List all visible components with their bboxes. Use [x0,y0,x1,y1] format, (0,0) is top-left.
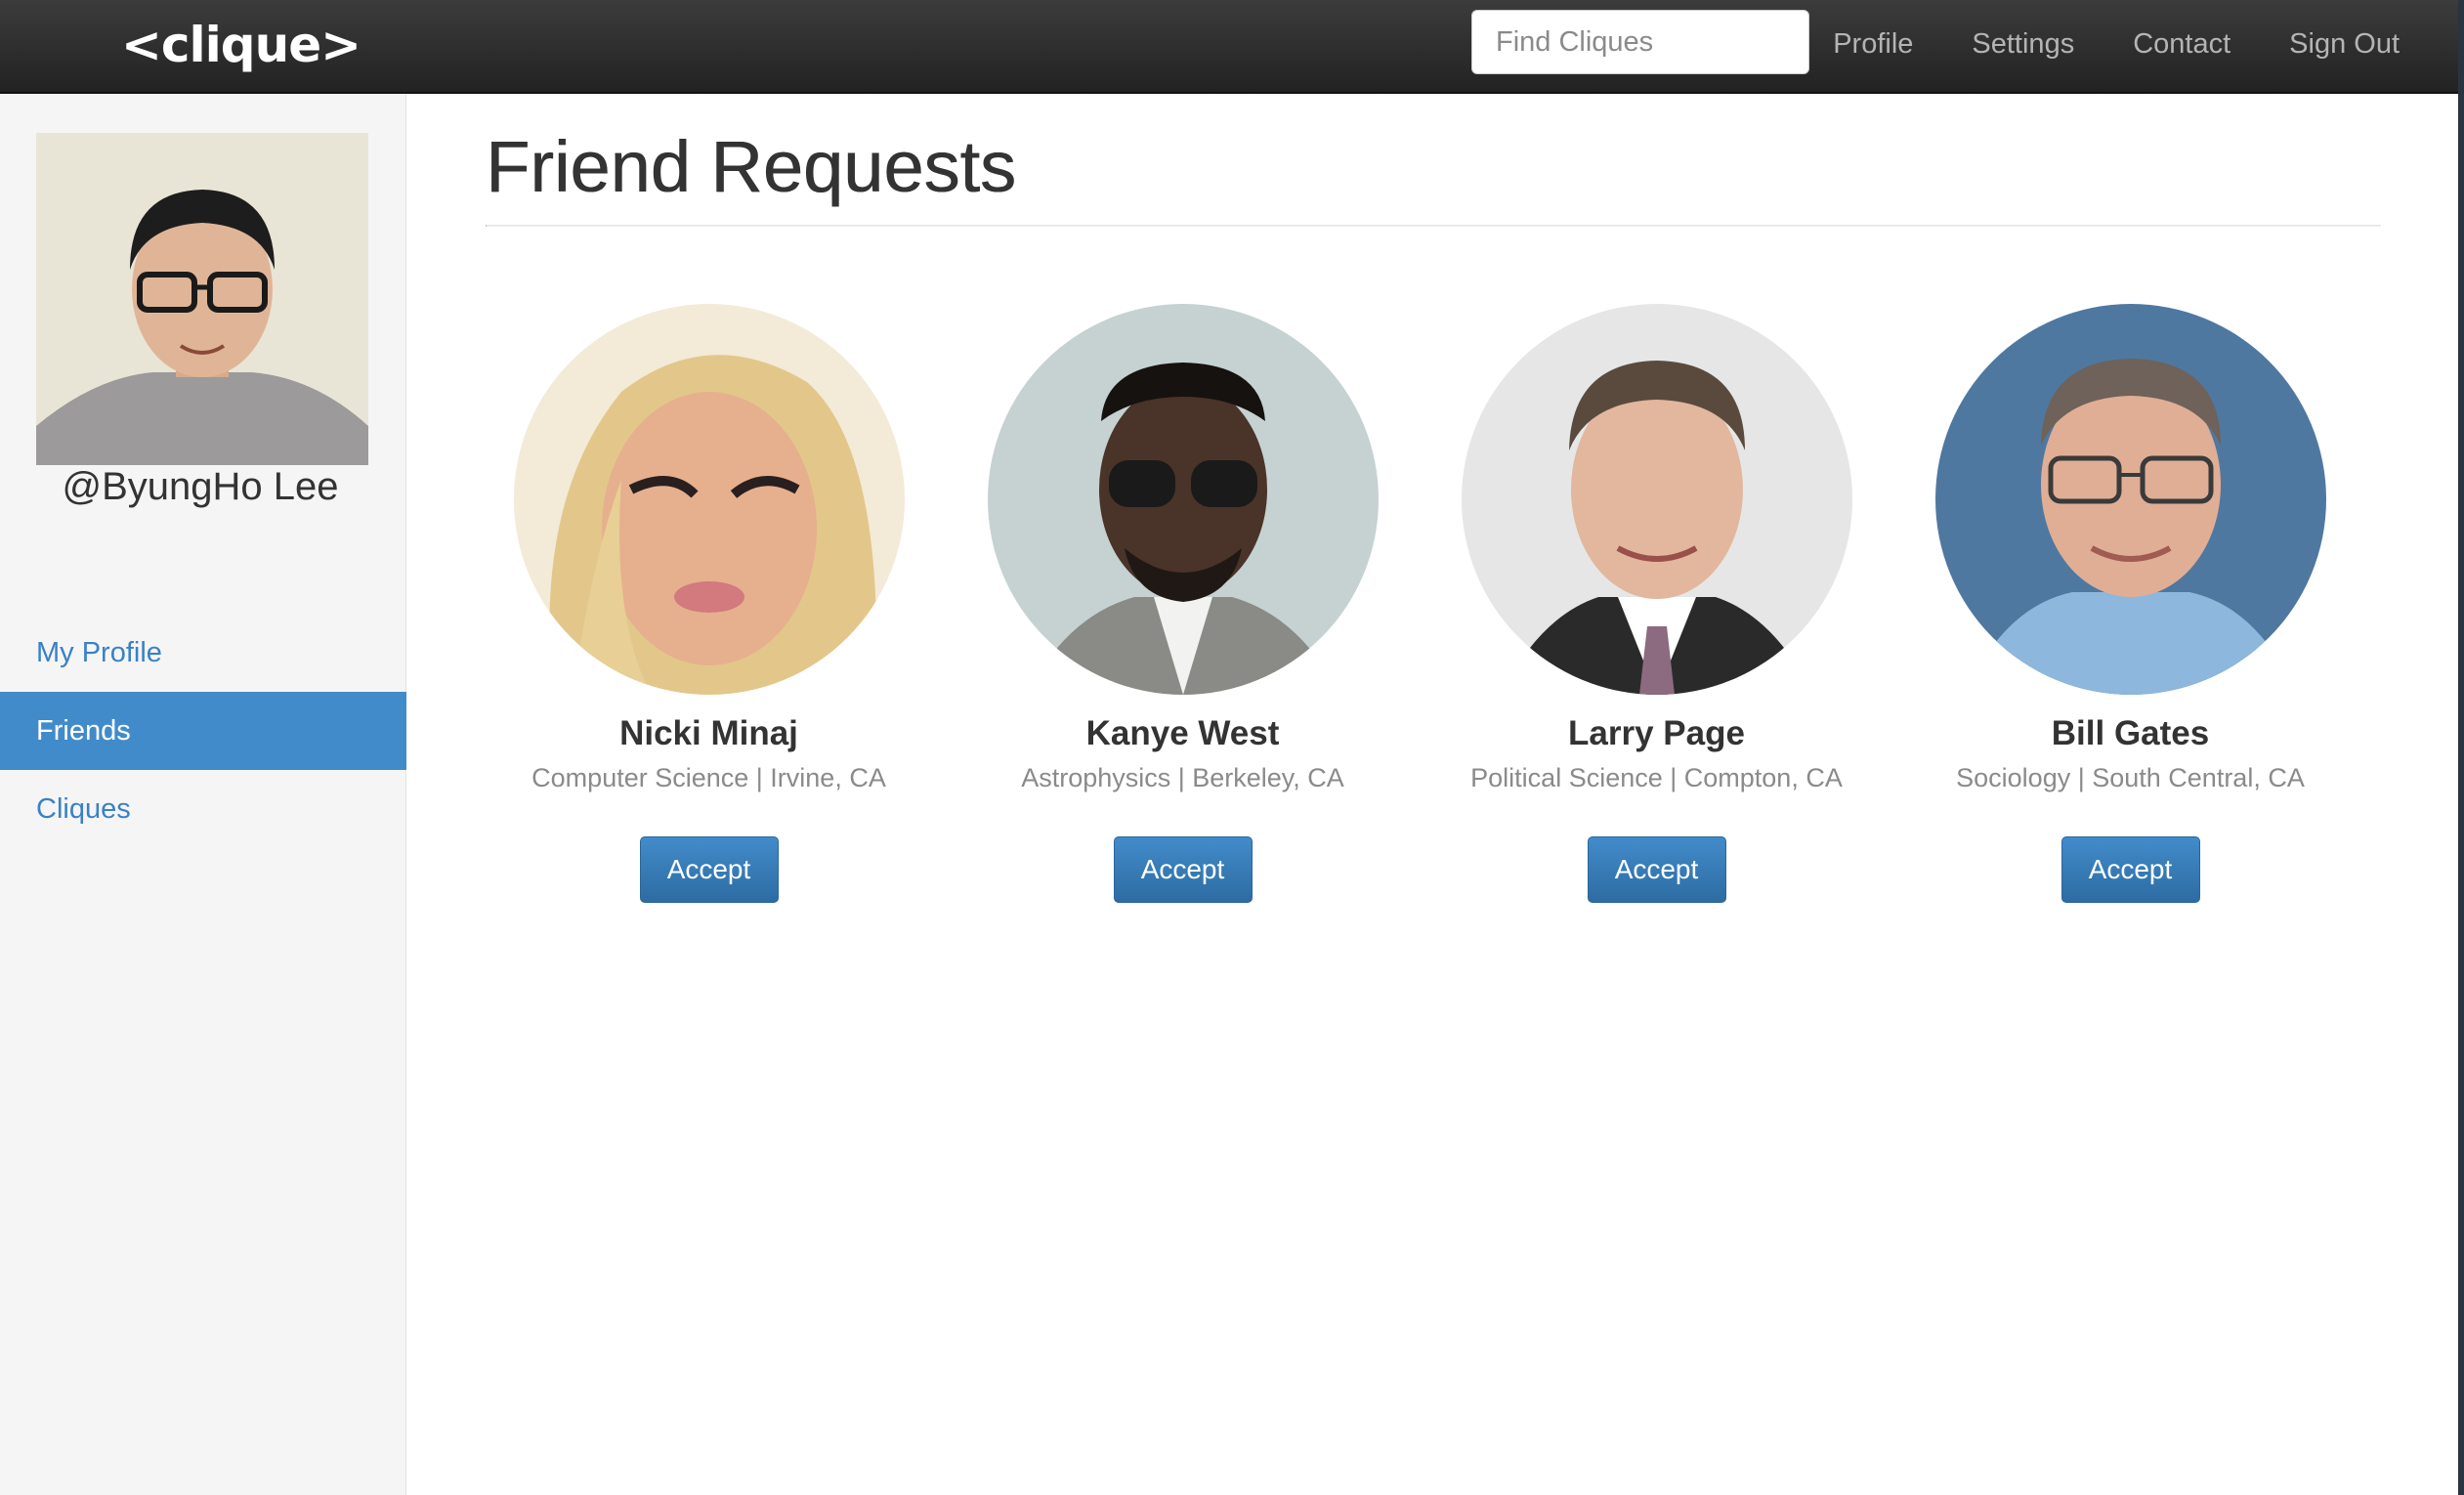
request-name: Kanye West [1085,714,1280,752]
nav-settings-link[interactable]: Settings [1972,28,2074,61]
nav-profile-link[interactable]: Profile [1833,28,1913,61]
main-content: Friend Requests Nicki Minaj Computer Sci… [486,94,2381,903]
request-subtitle: Political Science | Compton, CA [1470,763,1843,792]
user-avatar[interactable] [36,133,368,465]
sidebar-item-cliques[interactable]: Cliques [0,770,406,848]
top-navbar: <clique> Profile Settings Contact Sign O… [0,0,2458,94]
accept-button[interactable]: Accept [1113,836,1253,903]
side-nav: My Profile Friends Cliques [0,614,406,848]
sidebar-item-my-profile[interactable]: My Profile [0,614,406,692]
window-edge [2458,0,2464,1495]
page-title: Friend Requests [486,126,1016,207]
request-card: Nicki Minaj Computer Science | Irvine, C… [486,304,959,903]
request-card: Bill Gates Sociology | South Central, CA… [1907,304,2381,903]
request-subtitle: Sociology | South Central, CA [1956,763,2305,792]
request-photo[interactable] [1461,304,1852,695]
nav-links: Profile Settings Contact Sign Out [1774,0,2400,88]
clique-logo[interactable]: <clique> [121,14,361,76]
accept-button[interactable]: Accept [639,836,779,903]
request-card: Kanye West Astrophysics | Berkeley, CA A… [959,304,1433,903]
request-card: Larry Page Political Science | Compton, … [1433,304,1907,903]
request-name: Larry Page [1568,714,1745,752]
sidebar-item-friends[interactable]: Friends [0,692,406,770]
title-divider [486,225,2381,227]
nav-contact-link[interactable]: Contact [2133,28,2230,61]
request-name: Bill Gates [2051,714,2210,752]
accept-button[interactable]: Accept [2060,836,2200,903]
accept-button[interactable]: Accept [1587,836,1726,903]
friend-requests-list: Nicki Minaj Computer Science | Irvine, C… [486,304,2381,903]
request-photo[interactable] [1934,304,2326,695]
request-subtitle: Astrophysics | Berkeley, CA [1021,763,1344,792]
username: @ByungHo Lee [62,465,339,508]
nav-sign-out-link[interactable]: Sign Out [2289,28,2400,61]
request-photo[interactable] [987,304,1379,695]
sidebar: @ByungHo Lee My Profile Friends Cliques [0,94,406,1495]
find-cliques-input[interactable] [1471,10,1809,74]
request-name: Nicki Minaj [619,714,798,752]
request-photo[interactable] [513,304,905,695]
request-subtitle: Computer Science | Irvine, CA [531,763,886,792]
